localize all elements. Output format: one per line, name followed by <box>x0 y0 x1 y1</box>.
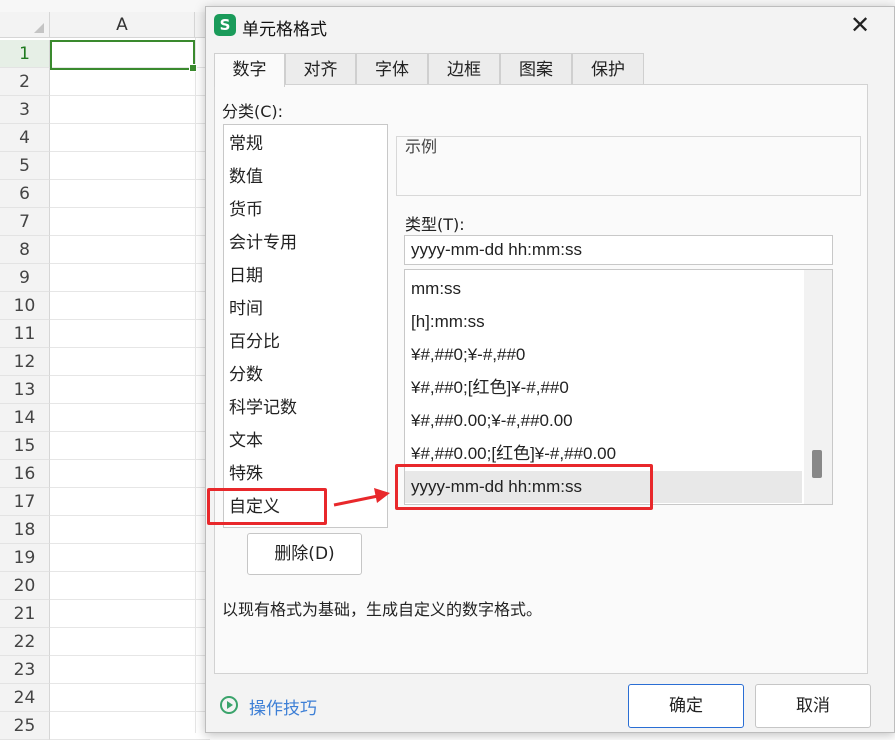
row-gridline <box>50 123 210 124</box>
row-header[interactable]: 9 <box>0 264 50 292</box>
row-gridline <box>50 487 210 488</box>
row-header[interactable]: 4 <box>0 124 50 152</box>
dialog-title: 单元格格式 <box>242 20 327 40</box>
row-header[interactable]: 21 <box>0 600 50 628</box>
row-header[interactable]: 2 <box>0 68 50 96</box>
ok-button[interactable]: 确定 <box>628 684 744 728</box>
type-list-item[interactable]: ¥#,##0.00;¥-#,##0.00 <box>411 405 573 437</box>
type-list-item[interactable]: mm:ss <box>411 273 461 305</box>
row-header[interactable]: 1 <box>0 40 50 68</box>
row-header[interactable]: 25 <box>0 712 50 740</box>
category-list[interactable]: 常规 数值 货币 会计专用 日期 时间 百分比 分数 科学记数 文本 特殊 自定… <box>223 124 388 528</box>
category-item-text[interactable]: 文本 <box>229 427 263 455</box>
row-header[interactable]: 18 <box>0 516 50 544</box>
row-gridline <box>50 711 210 712</box>
tab-font[interactable]: 字体 <box>356 53 428 85</box>
row-gridline <box>50 459 210 460</box>
row-gridline <box>50 179 210 180</box>
row-header[interactable]: 16 <box>0 460 50 488</box>
row-header[interactable]: 19 <box>0 544 50 572</box>
type-label: 类型(T): <box>405 215 465 234</box>
category-item-scientific[interactable]: 科学记数 <box>229 394 297 422</box>
category-item-number[interactable]: 数值 <box>229 163 263 191</box>
row-gridline <box>50 403 210 404</box>
tab-alignment[interactable]: 对齐 <box>285 53 356 85</box>
description-text: 以现有格式为基础，生成自定义的数字格式。 <box>222 600 543 619</box>
row-gridline <box>50 599 210 600</box>
row-gridline <box>50 655 210 656</box>
row-header[interactable]: 3 <box>0 96 50 124</box>
active-cell-a1[interactable] <box>50 40 197 72</box>
category-item-percentage[interactable]: 百分比 <box>229 328 280 356</box>
category-item-date[interactable]: 日期 <box>229 262 263 290</box>
row-gridline <box>50 543 210 544</box>
tab-number[interactable]: 数字 <box>214 53 285 87</box>
format-cells-dialog: S 单元格格式 ✕ 数字 对齐 字体 边框 图案 保护 分类(C): 常规 数值… <box>205 6 895 733</box>
tab-border[interactable]: 边框 <box>428 53 500 85</box>
row-gridline <box>50 319 210 320</box>
row-header[interactable]: 22 <box>0 628 50 656</box>
category-item-accounting[interactable]: 会计专用 <box>229 229 297 257</box>
row-header[interactable]: 7 <box>0 208 50 236</box>
dialog-titlebar: S 单元格格式 ✕ <box>206 7 894 45</box>
corner-triangle-icon <box>34 23 44 33</box>
row-gridline <box>50 571 210 572</box>
row-gridline <box>50 263 210 264</box>
row-header[interactable]: 23 <box>0 656 50 684</box>
cancel-button[interactable]: 取消 <box>755 684 871 728</box>
row-gridline <box>50 375 210 376</box>
row-gridline <box>50 431 210 432</box>
row-header[interactable]: 11 <box>0 320 50 348</box>
delete-button[interactable]: 删除(D) <box>247 533 362 575</box>
category-item-special[interactable]: 特殊 <box>229 460 263 488</box>
column-gridline <box>195 38 196 733</box>
row-header[interactable]: 24 <box>0 684 50 712</box>
row-header[interactable]: 6 <box>0 180 50 208</box>
row-header[interactable]: 20 <box>0 572 50 600</box>
row-header[interactable]: 8 <box>0 236 50 264</box>
row-gridline <box>50 347 210 348</box>
annotation-box-custom <box>207 488 327 525</box>
close-button[interactable]: ✕ <box>846 11 874 39</box>
row-gridline <box>50 515 210 516</box>
row-header[interactable]: 15 <box>0 432 50 460</box>
row-header[interactable]: 5 <box>0 152 50 180</box>
row-header[interactable]: 12 <box>0 348 50 376</box>
type-list-item[interactable]: ¥#,##0;¥-#,##0 <box>411 339 525 371</box>
row-header[interactable]: 10 <box>0 292 50 320</box>
row-gridline <box>50 291 210 292</box>
row-gridline <box>50 95 210 96</box>
example-label: 示例 <box>405 137 438 156</box>
row-gridline <box>50 207 210 208</box>
row-gridline <box>50 683 210 684</box>
example-preview-box <box>396 136 861 196</box>
scrollbar-thumb[interactable] <box>812 450 822 478</box>
row-header[interactable]: 17 <box>0 488 50 516</box>
type-list-item[interactable]: ¥#,##0;[红色]¥-#,##0 <box>411 372 569 404</box>
tab-pattern[interactable]: 图案 <box>500 53 572 85</box>
annotation-box-type <box>395 464 653 510</box>
tips-link[interactable]: 操作技巧 <box>249 694 317 719</box>
category-item-general[interactable]: 常规 <box>229 130 263 158</box>
category-item-fraction[interactable]: 分数 <box>229 361 263 389</box>
type-input[interactable]: yyyy-mm-dd hh:mm:ss <box>404 235 833 265</box>
row-header[interactable]: 13 <box>0 376 50 404</box>
row-gridline <box>50 627 210 628</box>
tab-protection[interactable]: 保护 <box>572 53 644 85</box>
category-item-time[interactable]: 时间 <box>229 295 263 323</box>
category-label: 分类(C): <box>222 102 284 121</box>
row-gridline <box>50 235 210 236</box>
type-list-item[interactable]: [h]:mm:ss <box>411 306 485 338</box>
row-gridline <box>50 151 210 152</box>
fill-handle[interactable] <box>189 64 197 72</box>
select-all-corner[interactable] <box>0 12 50 38</box>
app-logo-icon: S <box>214 14 236 36</box>
row-header[interactable]: 14 <box>0 404 50 432</box>
play-circle-icon[interactable] <box>220 696 238 714</box>
category-item-currency[interactable]: 货币 <box>229 196 263 224</box>
column-header-a[interactable]: A <box>50 12 195 38</box>
type-list-scrollbar[interactable] <box>804 270 832 504</box>
